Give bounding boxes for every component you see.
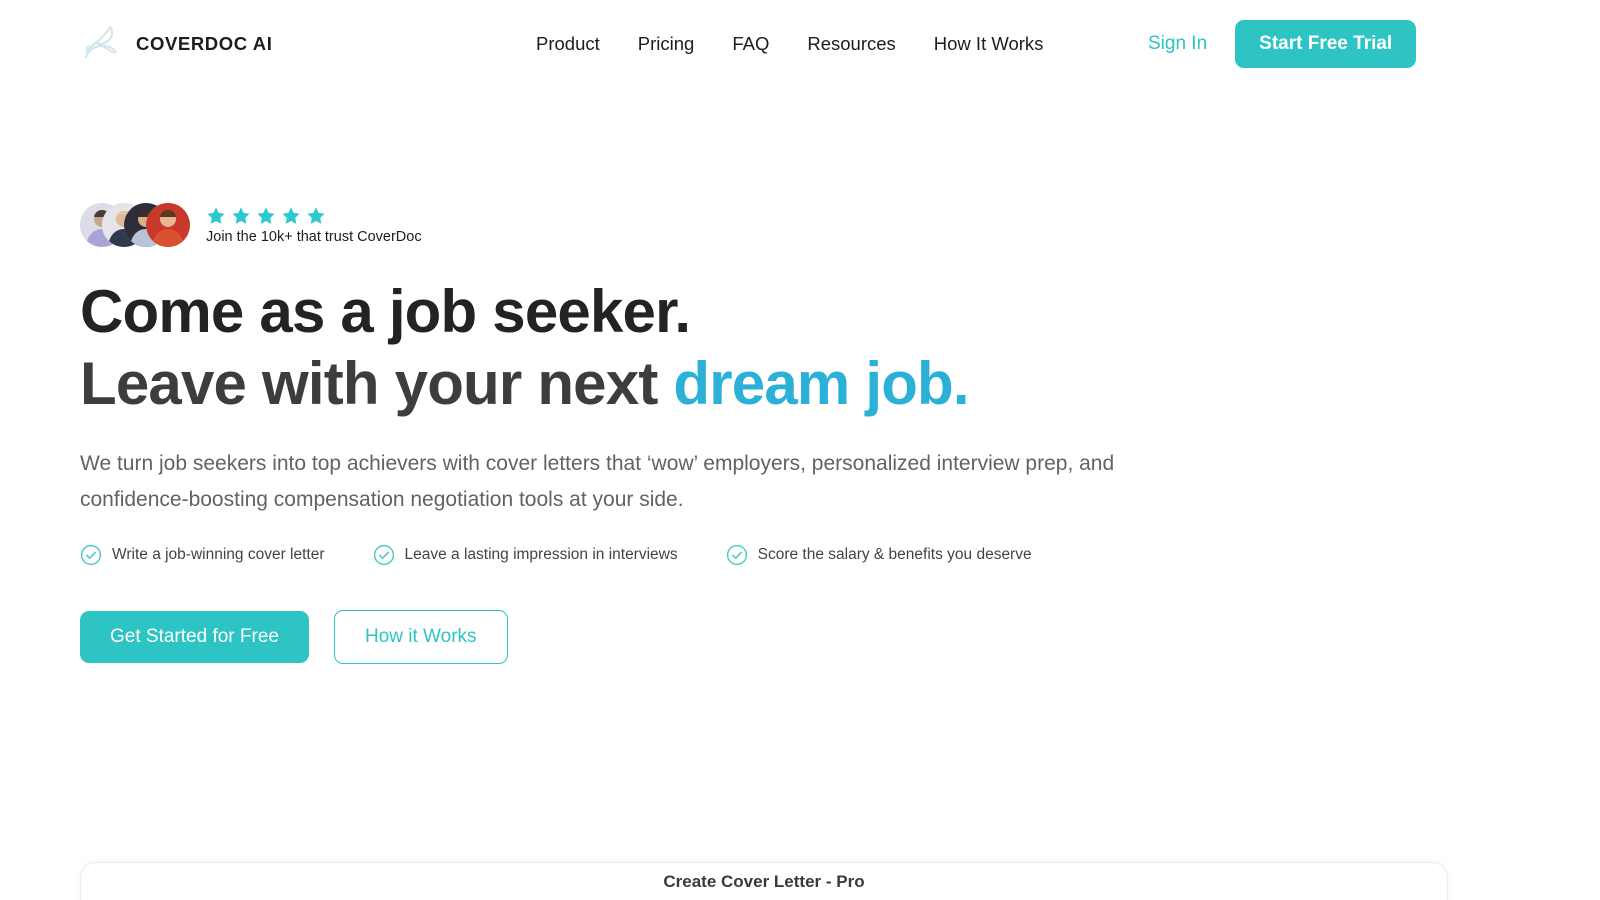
feature-item: Write a job-winning cover letter — [80, 544, 325, 566]
star-icon — [282, 206, 300, 224]
site-header: COVERDOC AI Product Pricing FAQ Resource… — [0, 0, 1600, 88]
check-circle-icon — [726, 545, 747, 566]
star-icon — [207, 206, 225, 224]
star-rating — [206, 206, 422, 226]
primary-nav: Product Pricing FAQ Resources How It Wor… — [536, 33, 1043, 55]
nav-item-faq[interactable]: FAQ — [732, 33, 769, 55]
headline-line-1: Come as a job seeker. — [80, 278, 691, 345]
headline-line-2: Leave with your next dream job. — [80, 348, 1410, 420]
star-icon — [257, 206, 275, 224]
feature-item: Score the salary & benefits you deserve — [726, 544, 1032, 566]
how-it-works-button[interactable]: How it Works — [333, 610, 508, 665]
avatar — [146, 203, 190, 247]
headline-accent-text: dream job. — [673, 350, 969, 417]
feature-item: Leave a lasting impression in interviews — [373, 544, 678, 566]
header-actions: Sign In Start Free Trial — [1148, 20, 1417, 68]
feature-label: Leave a lasting impression in interviews — [404, 546, 678, 564]
create-cover-letter-card-title: Create Cover Letter - Pro — [663, 872, 865, 891]
avatar-group — [80, 203, 190, 247]
check-circle-icon — [373, 545, 394, 566]
start-free-trial-button[interactable]: Start Free Trial — [1235, 20, 1417, 68]
star-icon — [307, 206, 325, 224]
headline-line-2-prefix: Leave with your next — [80, 350, 674, 417]
social-proof-group: Join the 10k+ that trust CoverDoc — [80, 196, 1410, 254]
landing-page: COVERDOC AI Product Pricing FAQ Resource… — [0, 0, 1600, 900]
trust-text: Join the 10k+ that trust CoverDoc — [206, 228, 422, 245]
rating-block: Join the 10k+ that trust CoverDoc — [206, 206, 422, 245]
star-icon — [232, 206, 250, 224]
hero-subcopy: We turn job seekers into top achievers w… — [80, 452, 1115, 512]
cta-row: Get Started for Free How it Works — [80, 610, 1410, 665]
feature-label: Score the salary & benefits you deserve — [757, 546, 1032, 564]
nav-item-how-it-works[interactable]: How It Works — [934, 33, 1044, 55]
sign-in-link[interactable]: Sign In — [1148, 33, 1207, 55]
nav-item-product[interactable]: Product — [536, 33, 600, 55]
nav-item-pricing[interactable]: Pricing — [638, 33, 695, 55]
feature-label: Write a job-winning cover letter — [112, 546, 325, 564]
get-started-button[interactable]: Get Started for Free — [80, 611, 309, 664]
page-title: Come as a job seeker. Leave with your ne… — [80, 276, 1410, 420]
nav-item-resources[interactable]: Resources — [807, 33, 895, 55]
create-cover-letter-card[interactable]: Create Cover Letter - Pro — [80, 862, 1448, 900]
brand-name: COVERDOC AI — [136, 33, 273, 54]
brand-logo-group[interactable]: COVERDOC AI — [80, 21, 272, 67]
hero-section: Join the 10k+ that trust CoverDoc Come a… — [80, 196, 1410, 665]
feather-bird-icon — [80, 21, 122, 67]
feature-list: Write a job-winning cover letter Leave a… — [80, 544, 1410, 566]
check-circle-icon — [80, 545, 102, 566]
